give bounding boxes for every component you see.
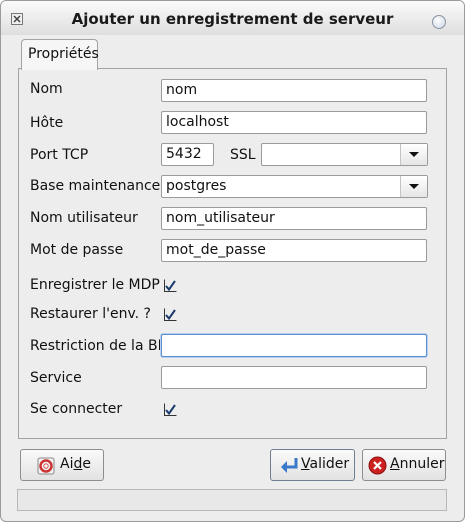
ok-button-label: Valider: [301, 456, 350, 472]
save-password-label: Enregistrer le MDP: [30, 277, 160, 293]
maintenance-db-combobox[interactable]: postgres: [161, 175, 428, 198]
ssl-dropdown-button[interactable]: [400, 144, 427, 165]
port-field[interactable]: 5432: [161, 143, 214, 166]
ok-button[interactable]: Valider: [270, 449, 355, 481]
cancel-button-label: Annuler: [390, 456, 445, 472]
cancel-icon: [368, 456, 387, 475]
chevron-down-icon: [409, 184, 419, 189]
username-value: nom_utilisateur: [166, 210, 275, 226]
host-label: Hôte: [30, 115, 64, 131]
password-field[interactable]: mot_de_passe: [161, 239, 427, 262]
port-value: 5432: [166, 146, 202, 162]
host-field[interactable]: localhost: [161, 111, 427, 134]
username-label: Nom utilisateur: [30, 210, 138, 226]
maintenance-db-dropdown-button[interactable]: [400, 176, 427, 197]
name-value: nom: [166, 82, 198, 98]
password-value: mot_de_passe: [166, 242, 266, 258]
name-field[interactable]: nom: [161, 79, 427, 102]
save-password-checkbox[interactable]: [164, 279, 177, 292]
username-field[interactable]: nom_utilisateur: [161, 207, 427, 230]
chevron-down-icon: [409, 152, 419, 157]
service-label: Service: [30, 370, 82, 386]
enter-arrow-icon: [281, 458, 298, 473]
port-label: Port TCP: [30, 147, 89, 163]
db-restriction-label: Restriction de la BD: [30, 338, 169, 354]
password-label: Mot de passe: [30, 242, 124, 258]
help-button-label: Aide: [60, 456, 91, 472]
status-bar: [17, 489, 447, 511]
dialog-window: Ajouter un enregistrement de serveur Pro…: [0, 0, 465, 522]
ssl-label: SSL: [230, 147, 256, 163]
ssl-combobox[interactable]: [261, 143, 428, 166]
tab-label: Propriétés: [28, 46, 99, 62]
host-value: localhost: [166, 114, 229, 130]
connect-checkbox[interactable]: [164, 403, 177, 416]
maintenance-db-label: Base maintenance: [30, 178, 161, 194]
connect-label: Se connecter: [30, 401, 123, 417]
lifebuoy-icon: [37, 457, 55, 475]
checkmark-icon: [165, 404, 176, 416]
service-field[interactable]: [161, 366, 427, 389]
restore-env-label: Restaurer l'env. ?: [30, 306, 151, 322]
maintenance-db-value: postgres: [166, 178, 227, 194]
cancel-button[interactable]: Annuler: [362, 449, 446, 481]
db-restriction-field[interactable]: [161, 334, 427, 357]
window-title: Ajouter un enregistrement de serveur: [71, 10, 394, 28]
window-control-button[interactable]: [432, 15, 446, 29]
restore-env-checkbox[interactable]: [164, 308, 177, 321]
title-bar[interactable]: Ajouter un enregistrement de serveur: [1, 1, 464, 35]
checkmark-icon: [165, 280, 176, 292]
tab-proprietes[interactable]: Propriétés: [21, 39, 99, 70]
help-button[interactable]: Aide: [20, 449, 104, 481]
checkmark-icon: [165, 309, 176, 321]
name-label: Nom: [30, 81, 63, 97]
